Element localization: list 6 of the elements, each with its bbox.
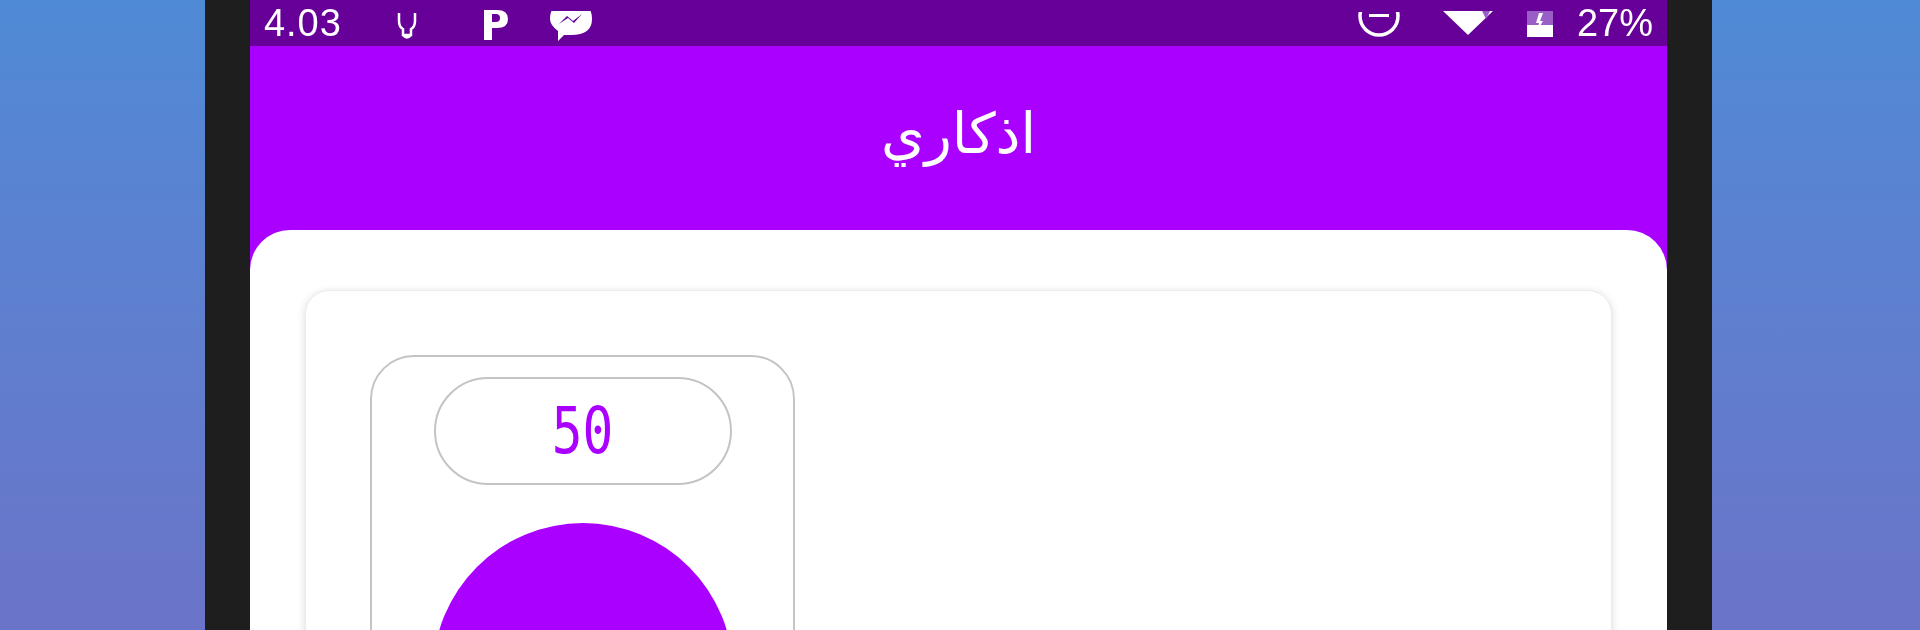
battery-level: 27% [1576,2,1653,44]
messenger-icon [547,11,594,41]
do-not-disturb-icon [1356,12,1401,40]
counter-value: 50 [551,399,614,463]
status-time: 4.03 [264,2,342,44]
app-title: اذكاري [880,100,1037,169]
